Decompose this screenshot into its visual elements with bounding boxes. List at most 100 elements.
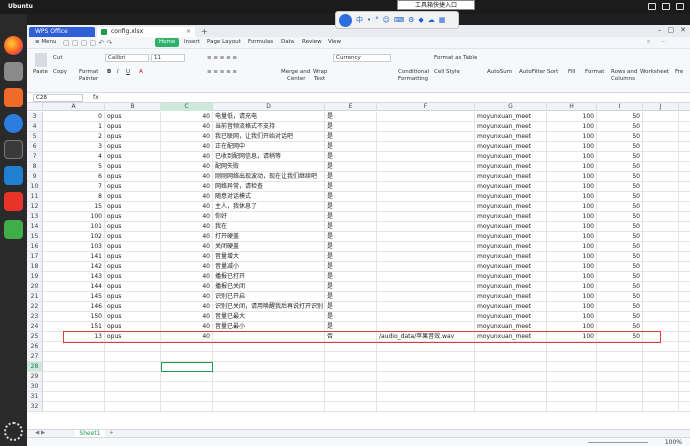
cell-e[interactable]: [325, 402, 377, 412]
cell-g[interactable]: moyunxuan_meet: [475, 282, 547, 292]
cell-d[interactable]: 打开硬盖: [213, 232, 325, 242]
cell-h[interactable]: 100: [547, 192, 597, 202]
volume-icon[interactable]: [662, 3, 670, 10]
align-icons[interactable]: ≡ ≡ ≡ ≡ ≡: [207, 55, 237, 62]
cell-a[interactable]: [43, 402, 105, 412]
cell-f[interactable]: [377, 272, 475, 282]
cell-f[interactable]: [377, 372, 475, 382]
cell-d[interactable]: 正在配网中: [213, 142, 325, 152]
cell-a[interactable]: [43, 392, 105, 402]
ime-glyph[interactable]: •: [367, 16, 371, 24]
number-format-select[interactable]: Currency: [333, 54, 391, 62]
cell-b[interactable]: opus: [105, 152, 161, 162]
cell-c[interactable]: 40: [161, 122, 213, 132]
cell-d[interactable]: 电量低，请充电: [213, 112, 325, 122]
tab-close-button[interactable]: ×: [186, 27, 191, 37]
cell-d[interactable]: [213, 382, 325, 392]
cell-g[interactable]: moyunxuan_meet: [475, 162, 547, 172]
maximize-button[interactable]: ▢: [668, 26, 675, 34]
cell-i[interactable]: 50: [597, 232, 643, 242]
cell-b[interactable]: opus: [105, 222, 161, 232]
cell-h[interactable]: [547, 342, 597, 352]
cell-h[interactable]: 100: [547, 172, 597, 182]
row-header[interactable]: 27: [27, 352, 43, 362]
cell-c[interactable]: 40: [161, 232, 213, 242]
cell-h[interactable]: 100: [547, 212, 597, 222]
cell-j[interactable]: [643, 302, 679, 312]
cell-h[interactable]: 100: [547, 222, 597, 232]
cell-d[interactable]: [213, 392, 325, 402]
row-header[interactable]: 8: [27, 162, 43, 172]
cell-h[interactable]: [547, 392, 597, 402]
row-header[interactable]: 11: [27, 192, 43, 202]
cell-f[interactable]: [377, 342, 475, 352]
cell-g[interactable]: moyunxuan_meet: [475, 122, 547, 132]
rows-columns-label[interactable]: Columns: [611, 76, 635, 83]
row-header[interactable]: 32: [27, 402, 43, 412]
cell-g[interactable]: moyunxuan_meet: [475, 272, 547, 282]
cell-h[interactable]: [547, 382, 597, 392]
cell-b[interactable]: opus: [105, 292, 161, 302]
row-header[interactable]: 19: [27, 272, 43, 282]
cell-d[interactable]: 刚刚网络出现波动，现在让我们继续吧: [213, 172, 325, 182]
search-icon[interactable]: ⌕: [647, 39, 650, 46]
cell-d[interactable]: [213, 342, 325, 352]
cloud-icon[interactable]: ☁: [428, 16, 435, 24]
autofilter-button[interactable]: AutoFilter: [519, 69, 545, 76]
cell-a[interactable]: 103: [43, 242, 105, 252]
cell-h[interactable]: 100: [547, 252, 597, 262]
autosum-button[interactable]: AutoSum: [487, 69, 512, 76]
cell-b[interactable]: opus: [105, 212, 161, 222]
column-header-g[interactable]: G: [475, 103, 547, 111]
cell-b[interactable]: opus: [105, 192, 161, 202]
row-header[interactable]: 26: [27, 342, 43, 352]
cell-d[interactable]: 你好: [213, 212, 325, 222]
sogou-logo-icon[interactable]: [339, 14, 352, 27]
cell-j[interactable]: [643, 182, 679, 192]
cell-a[interactable]: 5: [43, 162, 105, 172]
cell-e[interactable]: 是: [325, 112, 377, 122]
cell-f[interactable]: [377, 382, 475, 392]
cell-j[interactable]: [643, 152, 679, 162]
cell-i[interactable]: [597, 392, 643, 402]
power-icon[interactable]: [676, 3, 684, 10]
row-header[interactable]: 14: [27, 222, 43, 232]
wps-icon[interactable]: [4, 192, 23, 211]
cell-g[interactable]: moyunxuan_meet: [475, 192, 547, 202]
fx-icon[interactable]: fx: [93, 94, 99, 101]
cell-g[interactable]: moyunxuan_meet: [475, 152, 547, 162]
cell-i[interactable]: 50: [597, 252, 643, 262]
cell-a[interactable]: 145: [43, 292, 105, 302]
cell-d[interactable]: 识别已开启: [213, 292, 325, 302]
paste-icon[interactable]: [35, 53, 47, 67]
cell-d[interactable]: 网络异常，请检查: [213, 182, 325, 192]
cell-c[interactable]: 40: [161, 192, 213, 202]
cell-i[interactable]: 50: [597, 132, 643, 142]
cell-j[interactable]: [643, 132, 679, 142]
cell-g[interactable]: [475, 392, 547, 402]
cell-a[interactable]: [43, 352, 105, 362]
tab-config-xlsx[interactable]: config.xlsx ×: [97, 27, 195, 37]
cell-d[interactable]: 识别已关闭，请用唤醒我后再说打开识别: [213, 302, 325, 312]
cell-b[interactable]: opus: [105, 142, 161, 152]
cell-j[interactable]: [643, 162, 679, 172]
cell-g[interactable]: moyunxuan_meet: [475, 202, 547, 212]
cell-c[interactable]: 40: [161, 132, 213, 142]
cell-b[interactable]: opus: [105, 232, 161, 242]
files-icon[interactable]: [4, 62, 23, 81]
cell-h[interactable]: 100: [547, 242, 597, 252]
tab-home[interactable]: Home: [155, 38, 180, 47]
cell-i[interactable]: 50: [597, 242, 643, 252]
column-header-f[interactable]: F: [377, 103, 475, 111]
cell-j[interactable]: [643, 192, 679, 202]
cell-b[interactable]: opus: [105, 132, 161, 142]
toolbox-icon[interactable]: ▦: [439, 16, 446, 24]
cell-j[interactable]: [643, 372, 679, 382]
cell-e[interactable]: 是: [325, 182, 377, 192]
cell-c[interactable]: 40: [161, 142, 213, 152]
cell-style-button[interactable]: Cell Style: [434, 69, 460, 76]
cell-h[interactable]: 100: [547, 272, 597, 282]
row-header[interactable]: 30: [27, 382, 43, 392]
cell-h[interactable]: 100: [547, 302, 597, 312]
row-header[interactable]: 22: [27, 302, 43, 312]
